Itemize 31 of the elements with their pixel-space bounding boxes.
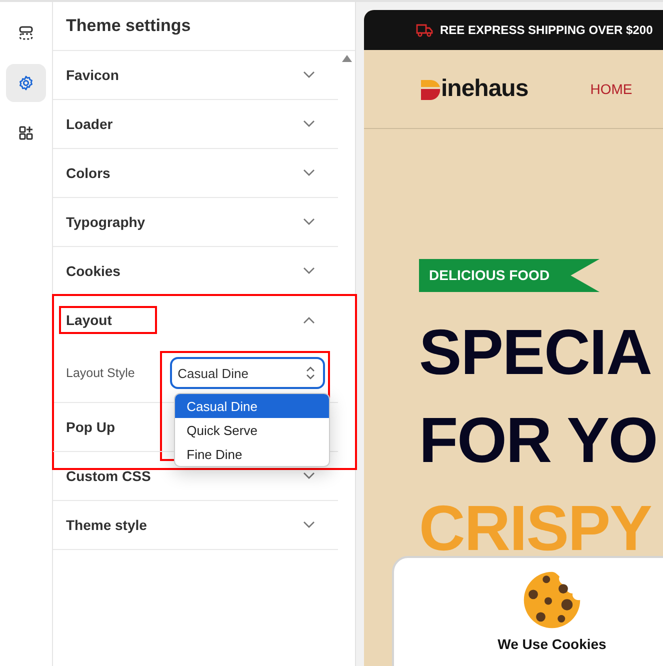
section-title[interactable]: Cookies bbox=[66, 263, 120, 279]
logo-text: inehaus bbox=[441, 77, 528, 101]
tagline-ribbon: DELICIOUS FOOD bbox=[419, 259, 600, 292]
hero-highlight: CRISPY bbox=[419, 491, 652, 566]
cookie-title: We Use Cookies bbox=[498, 636, 606, 652]
section-title[interactable]: Colors bbox=[66, 165, 110, 181]
panel-title: Theme settings bbox=[53, 2, 355, 51]
field-label: Layout Style bbox=[66, 366, 136, 380]
settings-icon bbox=[18, 75, 34, 91]
dropdown-option[interactable]: Casual Dine bbox=[174, 394, 329, 418]
apps-add-icon bbox=[18, 125, 34, 141]
rows-icon bbox=[18, 25, 34, 41]
section-title[interactable]: Loader bbox=[66, 116, 113, 132]
section-title[interactable]: Custom CSS bbox=[66, 468, 151, 484]
section-title[interactable]: Theme style bbox=[66, 517, 147, 533]
section-title[interactable]: Layout bbox=[66, 312, 112, 328]
nav-link[interactable]: HOME bbox=[590, 81, 632, 97]
logo-mark-icon bbox=[419, 79, 441, 101]
truck-icon bbox=[416, 23, 433, 37]
section-title[interactable]: Pop Up bbox=[66, 419, 115, 435]
dropdown-option[interactable]: Fine Dine bbox=[174, 442, 329, 466]
hero-heading: SPECIA bbox=[419, 315, 652, 390]
dropdown-option[interactable]: Quick Serve bbox=[174, 418, 329, 442]
cookie-icon bbox=[522, 570, 582, 630]
section-title[interactable]: Typography bbox=[66, 214, 146, 230]
scroll-up-icon[interactable] bbox=[342, 55, 352, 62]
hero-heading: FOR YO bbox=[419, 403, 658, 478]
sort-arrows-icon bbox=[306, 366, 315, 380]
section-title[interactable]: Favicon bbox=[66, 67, 119, 83]
sidebar-tab[interactable] bbox=[6, 64, 46, 102]
announcement-text: REE EXPRESS SHIPPING OVER $200 bbox=[440, 23, 653, 37]
